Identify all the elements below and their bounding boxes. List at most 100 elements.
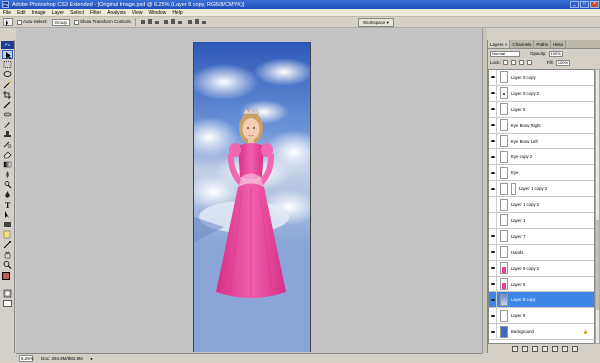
dodge-tool-icon[interactable] <box>2 180 13 189</box>
auto-select-dropdown[interactable]: Group <box>51 18 71 26</box>
tab-channels[interactable]: Channels <box>510 40 535 48</box>
visibility-eye-icon[interactable] <box>489 70 497 85</box>
layer-row[interactable]: Eye <box>489 165 594 182</box>
visibility-eye-icon[interactable] <box>489 101 497 117</box>
foreground-color-swatch[interactable] <box>2 272 10 280</box>
layer-row[interactable]: Layer 1 <box>489 213 594 229</box>
visibility-eye-off[interactable] <box>489 197 497 213</box>
shape-tool-icon[interactable] <box>2 220 13 229</box>
menu-edit[interactable]: Edit <box>14 10 29 16</box>
visibility-eye-icon[interactable] <box>489 181 497 197</box>
eraser-icon[interactable] <box>2 150 13 159</box>
brush-tool-icon[interactable] <box>2 120 13 129</box>
visibility-eye-icon[interactable] <box>489 308 497 324</box>
eyedropper-icon[interactable] <box>2 100 13 109</box>
lasso-tool-icon[interactable] <box>2 70 13 79</box>
opacity-field[interactable]: 100% <box>548 50 563 57</box>
layer-row[interactable]: Layer 1 copy 3 <box>489 181 594 198</box>
align-distribute-icons[interactable] <box>140 18 210 26</box>
minimize-button[interactable]: _ <box>570 1 579 8</box>
screen-mode-icon[interactable] <box>2 299 13 308</box>
layer-row[interactable]: Layer 6 <box>489 276 594 293</box>
visibility-eye-off[interactable] <box>489 213 497 228</box>
show-transform-checkbox[interactable] <box>74 19 80 25</box>
menu-filter[interactable]: Filter <box>87 10 104 16</box>
lock-all-icon[interactable] <box>526 60 532 65</box>
visibility-eye-icon[interactable] <box>489 149 497 165</box>
close-button[interactable]: × <box>590 1 599 8</box>
quick-mask-icon[interactable] <box>2 289 13 298</box>
visibility-eye-icon[interactable] <box>489 228 497 244</box>
tool-preset-picker[interactable] <box>3 18 13 26</box>
pen-tool-icon[interactable] <box>2 190 13 199</box>
layer-row[interactable]: Layer 7 <box>489 228 594 245</box>
auto-select-checkbox[interactable] <box>17 19 22 25</box>
layer-row[interactable]: Layer 1 copy 2 <box>489 197 594 214</box>
scrollbar-thumb[interactable] <box>596 220 599 310</box>
move-tool-icon[interactable] <box>2 50 13 59</box>
eyedropper2-icon[interactable] <box>2 240 13 249</box>
zoom-field[interactable]: 6.25% <box>19 355 34 362</box>
layer-row-selected[interactable]: Layer 8 copy <box>489 292 594 309</box>
tab-paths[interactable]: Paths <box>534 40 551 48</box>
add-mask-icon[interactable] <box>531 345 538 352</box>
layer-row[interactable]: Layer 5 <box>489 101 594 118</box>
menu-window[interactable]: Window <box>146 10 170 16</box>
workspace-button[interactable]: Workspace ▾ <box>358 18 394 27</box>
layer-row[interactable]: Eye Brow Left <box>489 133 594 150</box>
layer-row[interactable]: Layer 9 copy 2 <box>489 85 594 102</box>
visibility-eye-icon[interactable] <box>489 260 497 276</box>
tab-layers[interactable]: Layers × <box>488 40 511 48</box>
new-group-icon[interactable] <box>551 345 558 352</box>
clone-stamp-icon[interactable] <box>2 130 13 139</box>
visibility-eye-icon[interactable] <box>489 133 497 149</box>
magic-wand-icon[interactable] <box>2 80 13 89</box>
new-layer-icon[interactable] <box>561 345 568 352</box>
visibility-eye-icon[interactable] <box>489 244 497 260</box>
blend-mode-dropdown[interactable]: Normal <box>490 50 520 57</box>
healing-brush-icon[interactable] <box>2 110 13 119</box>
gradient-tool-icon[interactable] <box>2 160 13 169</box>
layer-row[interactable]: Layer 8 copy 2 <box>489 260 594 277</box>
menu-image[interactable]: Image <box>29 10 49 16</box>
layers-scrollbar[interactable] <box>595 69 600 344</box>
lock-position-icon[interactable] <box>518 60 524 65</box>
notes-tool-icon[interactable] <box>2 230 13 239</box>
path-selection-icon[interactable] <box>2 210 13 219</box>
menu-layer[interactable]: Layer <box>49 10 68 16</box>
visibility-eye-icon[interactable] <box>489 85 497 101</box>
layer-row[interactable]: Layer 8 <box>489 308 594 325</box>
visibility-eye-icon[interactable] <box>489 276 497 292</box>
menu-help[interactable]: Help <box>169 10 185 16</box>
maximize-button[interactable]: □ <box>580 1 589 8</box>
status-arrow-icon[interactable]: ▸ <box>91 356 93 362</box>
zoom-tool-icon[interactable] <box>2 260 13 269</box>
visibility-eye-icon[interactable] <box>489 165 497 181</box>
link-layers-icon[interactable] <box>511 345 518 352</box>
color-swatches[interactable] <box>1 272 14 286</box>
type-tool-icon[interactable]: T <box>2 200 13 210</box>
adjustment-layer-icon[interactable] <box>541 345 548 352</box>
menu-select[interactable]: Select <box>67 10 87 16</box>
layer-row[interactable]: Hands <box>489 244 594 261</box>
history-brush-icon[interactable] <box>2 140 13 149</box>
fill-field[interactable]: 100% <box>555 59 570 66</box>
menu-view[interactable]: View <box>129 10 146 16</box>
lock-image-icon[interactable] <box>510 60 516 65</box>
crop-tool-icon[interactable] <box>2 90 13 99</box>
tab-histogram[interactable]: Histo <box>551 40 567 48</box>
layer-row[interactable]: Layer 9 copy <box>489 70 594 86</box>
layer-style-icon[interactable] <box>521 345 528 352</box>
visibility-eye-icon[interactable] <box>489 292 497 308</box>
blur-tool-icon[interactable] <box>2 170 13 179</box>
lock-transparent-icon[interactable] <box>502 60 508 65</box>
marquee-tool-icon[interactable] <box>2 60 13 69</box>
visibility-eye-icon[interactable] <box>489 117 497 133</box>
layer-row[interactable]: Eye copy 2 <box>489 149 594 166</box>
trash-icon[interactable] <box>571 345 578 352</box>
hand-tool-icon[interactable] <box>2 250 13 259</box>
menu-file[interactable]: File <box>0 10 14 16</box>
menu-analysis[interactable]: Analysis <box>104 10 129 16</box>
document-canvas[interactable] <box>193 42 311 352</box>
layer-row[interactable]: Background 🔒 <box>489 324 594 341</box>
